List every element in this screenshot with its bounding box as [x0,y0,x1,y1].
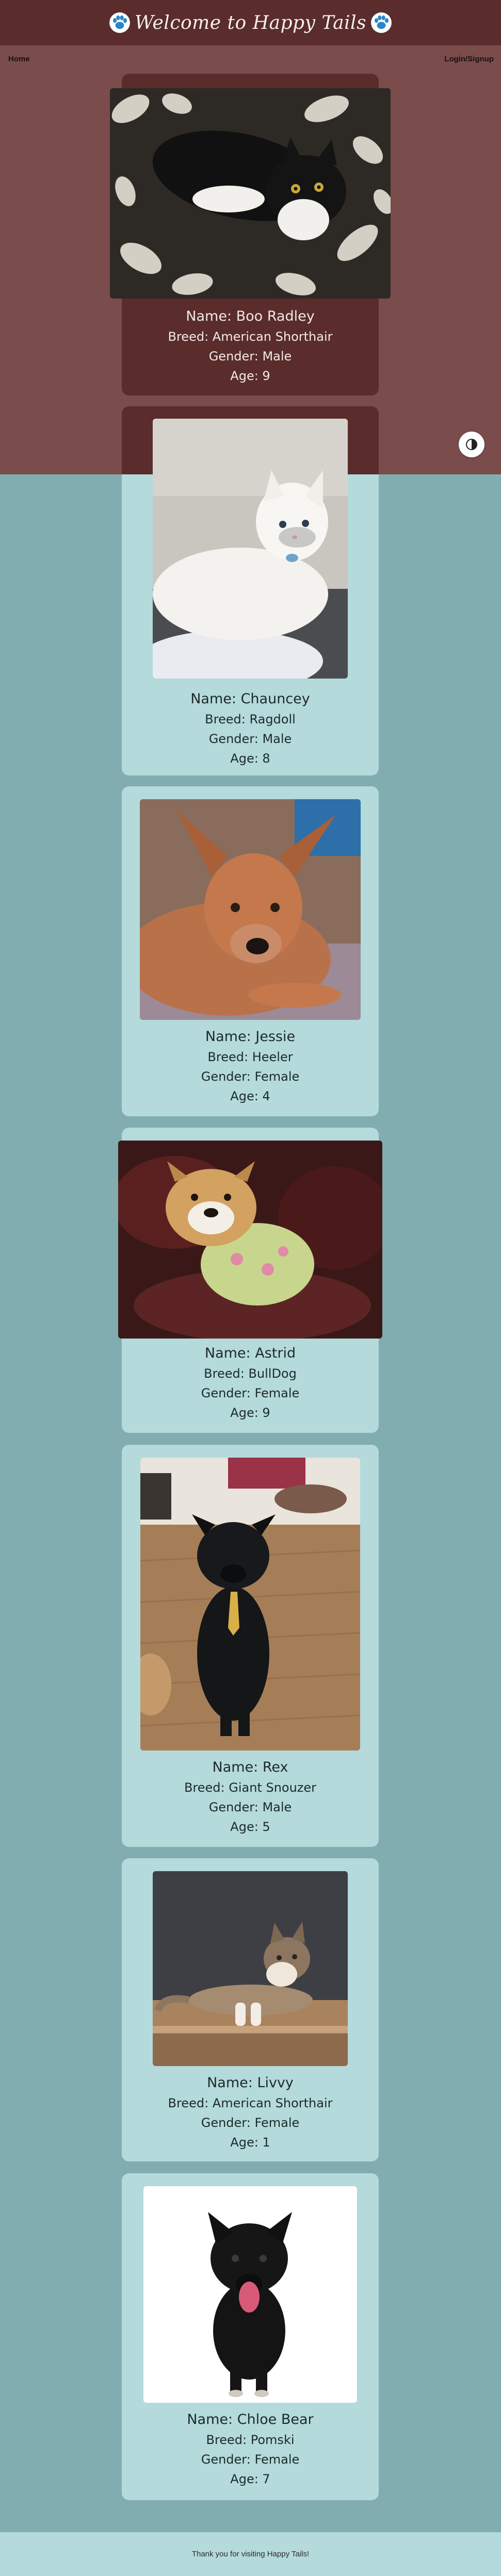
footer-text: Thank you for visiting Happy Tails! [191,2550,310,2558]
pet-age: Age: 1 [230,2135,270,2150]
pet-card: Name: Astrid Breed: BullDog Gender: Fema… [118,1128,382,1433]
pet-gender: Gender: Female [201,2452,300,2467]
pet-breed: Breed: Heeler [207,1050,293,1064]
pet-info: Name: Boo Radley Breed: American Shortha… [122,308,379,388]
pet-card: Name: Jessie Breed: Heeler Gender: Femal… [122,786,379,1116]
pet-name: Name: Astrid [204,1345,296,1361]
black-dog-with-tie-photo [140,1458,360,1751]
pet-info: Name: Livvy Breed: American Shorthair Ge… [122,2075,379,2155]
bulldog-in-sweater-photo [118,1141,382,1339]
pet-age: Age: 4 [230,1089,270,1103]
pet-info: Name: Rex Breed: Giant Snouzer Gender: M… [122,1759,379,1839]
red-heeler-dog-photo [140,799,361,1020]
pet-age: Age: 7 [230,2472,270,2486]
pet-age: Age: 9 [230,369,270,383]
pet-name: Name: Jessie [205,1029,296,1045]
pet-breed: Breed: American Shorthair [168,329,333,344]
pet-info: Name: Jessie Breed: Heeler Gender: Femal… [122,1029,379,1109]
pet-name: Name: Boo Radley [186,308,315,324]
pet-gender: Gender: Female [201,1386,300,1400]
pet-info: Name: Chauncey Breed: Ragdoll Gender: Ma… [122,691,379,771]
pet-card: Name: Chauncey Breed: Ragdoll Gender: Ma… [122,406,379,775]
pet-age: Age: 9 [230,1406,270,1420]
pet-name: Name: Rex [212,1759,288,1775]
pet-name: Name: Chauncey [190,691,310,707]
pet-info: Name: Chloe Bear Breed: Pomski Gender: F… [122,2412,379,2491]
pet-gender: Gender: Male [208,349,292,364]
pet-card: Name: Chloe Bear Breed: Pomski Gender: F… [122,2173,379,2500]
pet-card: Name: Livvy Breed: American Shorthair Ge… [122,1858,379,2161]
login-signup-link[interactable]: Login/Signup [444,55,494,63]
theme-toggle-button[interactable] [459,432,484,457]
pet-breed: Breed: American Shorthair [168,2096,333,2110]
pet-card: Name: Rex Breed: Giant Snouzer Gender: M… [122,1445,379,1847]
pet-breed: Breed: Giant Snouzer [184,1780,317,1795]
pet-breed: Breed: Ragdoll [205,712,296,726]
site-footer: Thank you for visiting Happy Tails! [0,2532,501,2576]
half-moon-icon [466,439,477,450]
white-fluffy-cat-photo [153,419,348,679]
pet-age: Age: 5 [230,1820,270,1834]
top-nav: Home Login/Signup [0,52,501,69]
pet-card: Name: Boo Radley Breed: American Shortha… [110,74,391,395]
pet-gender: Gender: Male [208,732,292,746]
pet-age: Age: 8 [230,751,270,766]
page-title-text: Welcome to Happy Tails [134,12,367,34]
pet-name: Name: Livvy [207,2075,294,2091]
home-link[interactable]: Home [8,55,30,63]
paw-icon [109,12,130,33]
pet-gender: Gender: Male [208,1800,292,1814]
pet-breed: Breed: Pomski [206,2433,295,2447]
pet-name: Name: Chloe Bear [187,2412,314,2428]
pet-info: Name: Astrid Breed: BullDog Gender: Fema… [122,1345,379,1425]
paw-icon [371,12,392,33]
pet-gender: Gender: Female [201,2116,300,2130]
pet-gender: Gender: Female [201,1069,300,1084]
site-header: Welcome to Happy Tails [0,0,501,45]
black-and-white-cat-photo [110,88,391,299]
page-title: Welcome to Happy Tails [109,12,392,34]
tabby-cat-on-dresser-photo [153,1871,348,2066]
black-pomski-dog-photo [143,2186,357,2403]
pet-breed: Breed: BullDog [204,1366,297,1381]
